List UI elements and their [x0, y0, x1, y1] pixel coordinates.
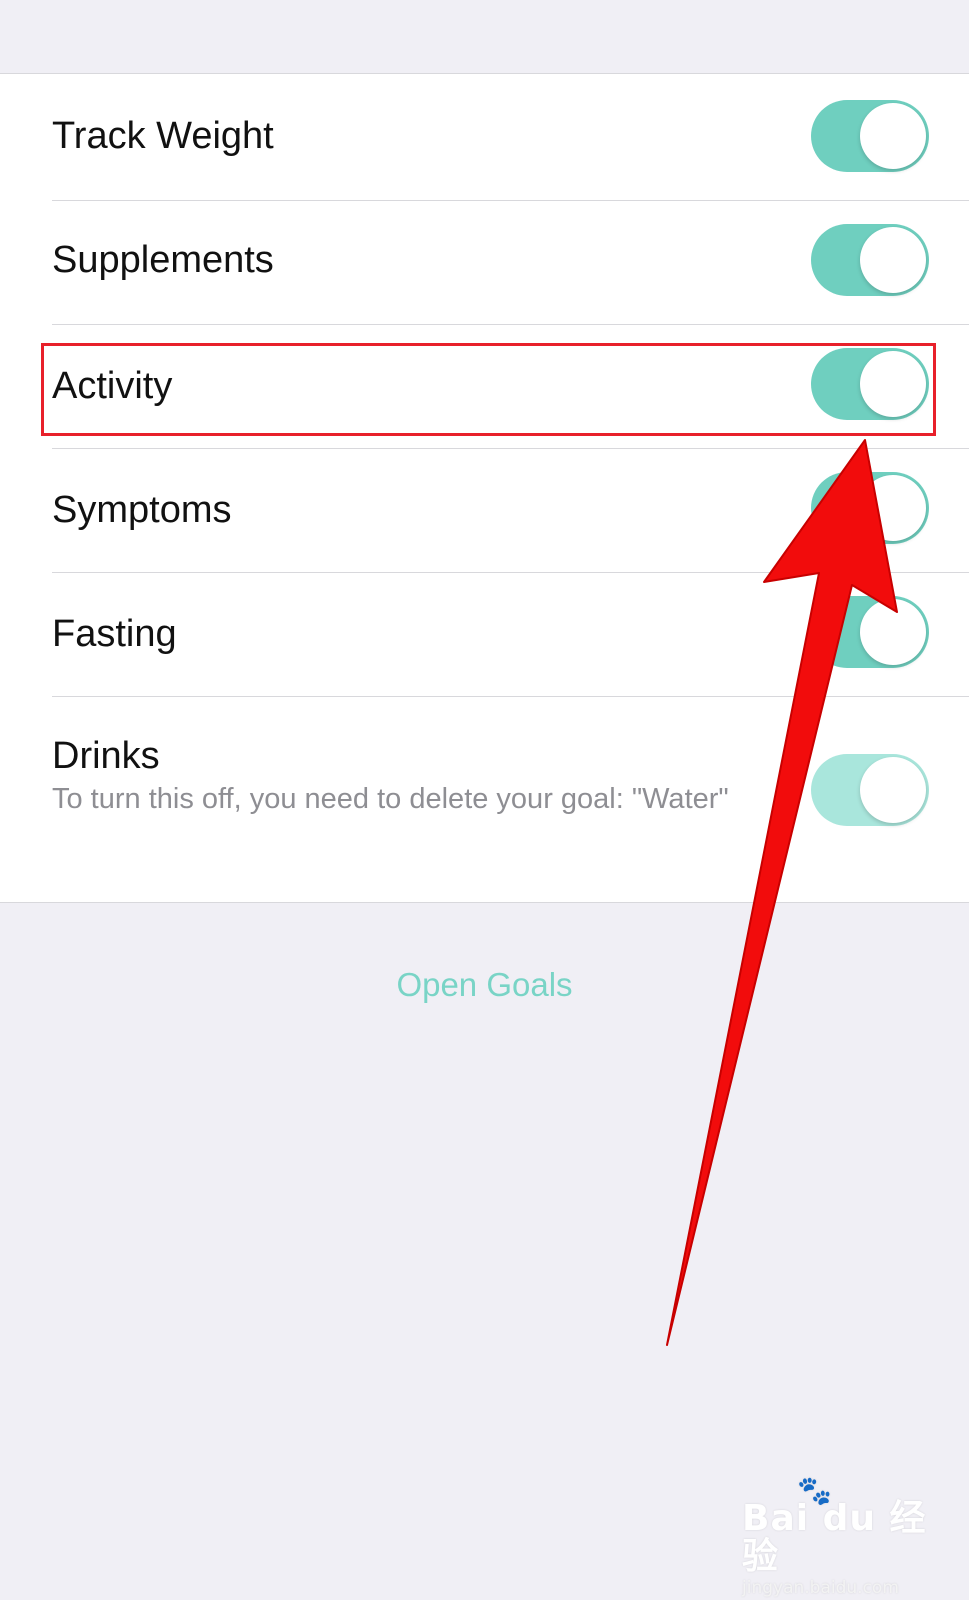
toggle-track-weight[interactable] — [811, 100, 929, 172]
row-label-activity: Activity — [52, 365, 173, 407]
settings-row-supplements: Supplements — [0, 198, 969, 325]
row-label-fasting: Fasting — [52, 613, 177, 655]
settings-row-track-weight: Track Weight — [0, 74, 969, 201]
toggle-symptoms[interactable] — [811, 472, 929, 544]
toggle-knob — [860, 475, 926, 541]
toggle-drinks[interactable] — [811, 754, 929, 826]
open-goals-link[interactable]: Open Goals — [0, 965, 969, 1005]
toggle-knob — [860, 599, 926, 665]
watermark-brand: Bai du 经验 — [742, 1498, 927, 1577]
toggle-knob — [860, 351, 926, 417]
settings-row-symptoms: Symptoms — [0, 446, 969, 573]
settings-row-activity: Activity — [0, 322, 969, 449]
row-label-symptoms: Symptoms — [52, 489, 232, 531]
settings-row-drinks: Drinks To turn this off, you need to del… — [0, 694, 969, 902]
settings-row-fasting: Fasting — [0, 570, 969, 697]
toggle-knob — [860, 227, 926, 293]
toggle-supplements[interactable] — [811, 224, 929, 296]
toggle-knob — [860, 103, 926, 169]
baidu-watermark: 🐾 Bai du 经验 jingyan.baidu.com — [742, 1474, 942, 1598]
row-label-track-weight: Track Weight — [52, 115, 274, 157]
toggle-fasting[interactable] — [811, 596, 929, 668]
paw-icon: 🐾 — [797, 1474, 832, 1507]
toggle-activity[interactable] — [811, 348, 929, 420]
top-spacer — [0, 0, 969, 74]
row-label-supplements: Supplements — [52, 239, 274, 281]
row-sublabel-drinks: To turn this off, you need to delete you… — [52, 783, 729, 815]
watermark-url: jingyan.baidu.com — [742, 1578, 899, 1598]
settings-list: Track Weight Supplements Activity Sympto… — [0, 74, 969, 903]
row-label-drinks: Drinks — [52, 735, 160, 777]
toggle-knob — [860, 757, 926, 823]
